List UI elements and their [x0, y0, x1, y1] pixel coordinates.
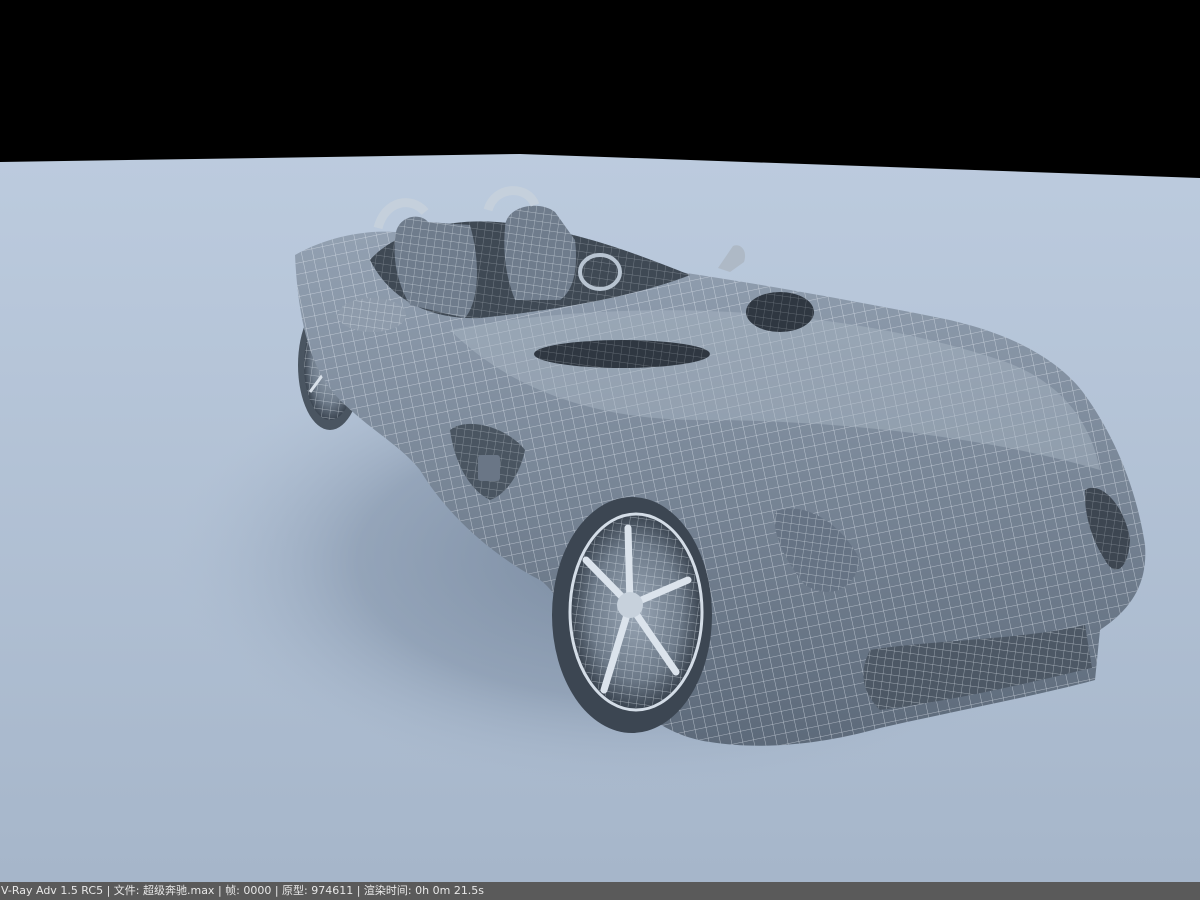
render-viewport — [0, 0, 1200, 882]
front-wheel — [552, 497, 712, 733]
status-bar: V-Ray Adv 1.5 RC5 | 文件: 超级奔驰.max | 帧: 00… — [0, 882, 1200, 900]
status-bar-text: V-Ray Adv 1.5 RC5 | 文件: 超级奔驰.max | 帧: 00… — [1, 884, 485, 897]
render-image — [0, 154, 1200, 882]
